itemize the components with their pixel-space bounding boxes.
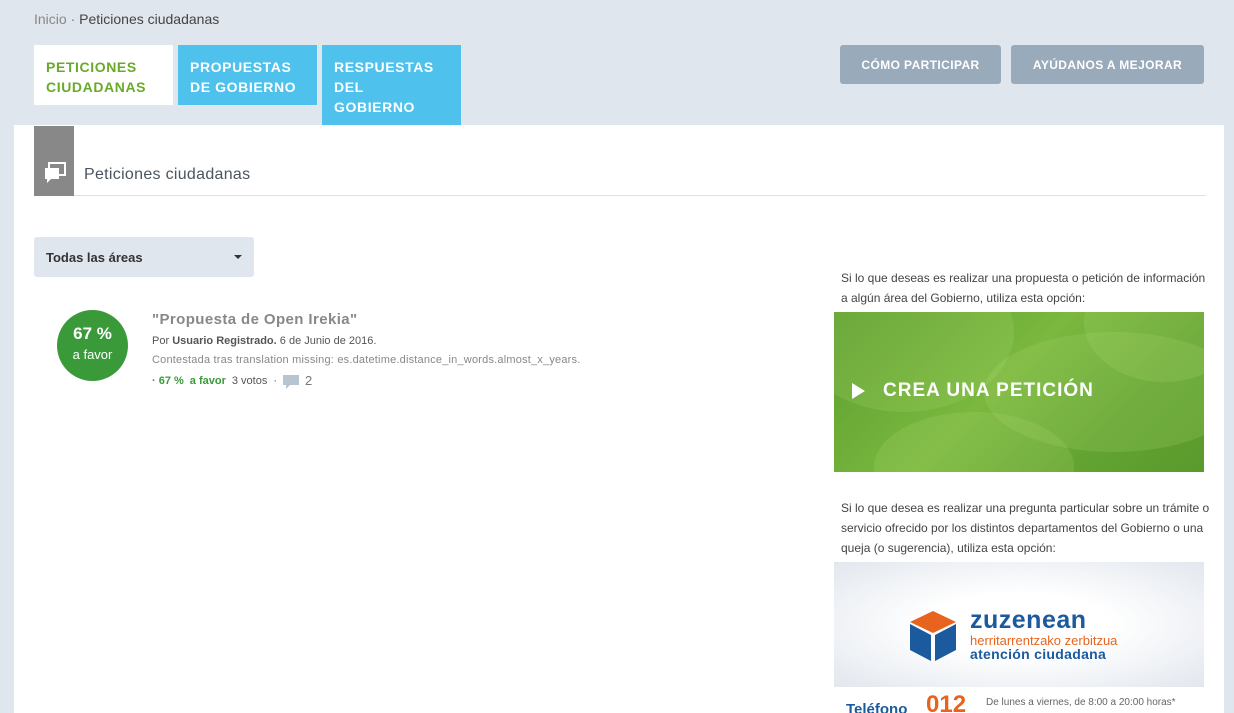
comment-icon <box>283 374 300 389</box>
main-panel: Peticiones ciudadanas Todas las áreas 67… <box>14 125 1224 713</box>
como-participar-button[interactable]: CÓMO PARTICIPAR <box>840 45 1001 84</box>
breadcrumb-separator: · <box>70 11 76 27</box>
phone-number: 012 <box>926 691 967 713</box>
tab-peticiones-ciudadanas[interactable]: PETICIONES CIUDADANAS <box>34 45 173 105</box>
item-stats-favor-label: a favor <box>189 374 226 387</box>
zuzenean-intro: Si lo que desea es realizar una pregunta… <box>841 501 1210 555</box>
item-stats-percentage: · 67 % <box>152 374 184 387</box>
breadcrumb-current: Peticiones ciudadanas <box>79 11 220 27</box>
item-meta: Por Usuario Registrado. 6 de Junio de 20… <box>152 335 712 347</box>
list-item: "Propuesta de Open Irekia" Por Usuario R… <box>152 311 712 389</box>
item-comments-count[interactable]: 2 <box>305 373 312 388</box>
tab-respuestas-del-gobierno[interactable]: RESPUESTAS DEL GOBIERNO <box>322 45 461 125</box>
item-date: 6 de Junio de 2016. <box>279 335 377 347</box>
vote-percentage-badge: 67 % a favor <box>57 310 128 381</box>
page-title: Peticiones ciudadanas <box>84 166 251 183</box>
area-filter-value: Todas las áreas <box>46 249 143 265</box>
section-header: Peticiones ciudadanas <box>34 126 1206 196</box>
play-icon <box>852 383 865 399</box>
vote-percentage-label: a favor <box>72 347 113 362</box>
item-stats: · 67 % a favor 3 votos · 2 <box>152 373 712 389</box>
vote-percentage: 67 % <box>73 324 112 343</box>
zuzenean-subtitle-es: atención ciudadana <box>970 646 1107 662</box>
item-votes-count: 3 votos <box>231 374 268 387</box>
area-filter-select[interactable]: Todas las áreas <box>34 237 254 277</box>
phone-hours: De lunes a viernes, de 8:00 a 20:00 hora… <box>986 697 1176 708</box>
crea-peticion-label: CREA UNA PETICIÓN <box>852 380 1094 402</box>
item-by: Por <box>152 335 170 347</box>
breadcrumb-home-link[interactable]: Inicio <box>34 11 67 27</box>
crea-peticion-banner[interactable]: CREA UNA PETICIÓN <box>834 312 1204 472</box>
chevron-down-icon <box>234 255 242 259</box>
crea-peticion-text: CREA UNA PETICIÓN <box>883 380 1094 401</box>
ayudanos-a-mejorar-button[interactable]: AYÚDANOS A MEJORAR <box>1011 45 1204 84</box>
tab-propuestas-de-gobierno[interactable]: PROPUESTAS DE GOBIERNO <box>178 45 317 105</box>
comments-icon <box>45 162 66 183</box>
section-icon-box <box>34 126 74 196</box>
zuzenean-banner[interactable]: zuzenean herritarrentzako zerbitzua aten… <box>834 562 1204 687</box>
breadcrumb: Inicio · Peticiones ciudadanas <box>34 11 219 27</box>
phone-label: Teléfono <box>846 701 908 713</box>
item-author: Usuario Registrado. <box>172 335 277 347</box>
item-title-link[interactable]: "Propuesta de Open Irekia" <box>152 311 712 328</box>
item-stats-dot: · <box>273 374 278 387</box>
phone-info: Teléfono 012 De lunes a viernes, de 8:00… <box>834 687 1204 713</box>
zuzenean-logo-text: zuzenean <box>970 606 1087 634</box>
item-answer-status: Contestada tras translation missing: es.… <box>152 354 581 366</box>
zuzenean-cube-logo <box>910 611 956 661</box>
crea-peticion-intro: Si lo que deseas es realizar una propues… <box>841 271 1206 305</box>
